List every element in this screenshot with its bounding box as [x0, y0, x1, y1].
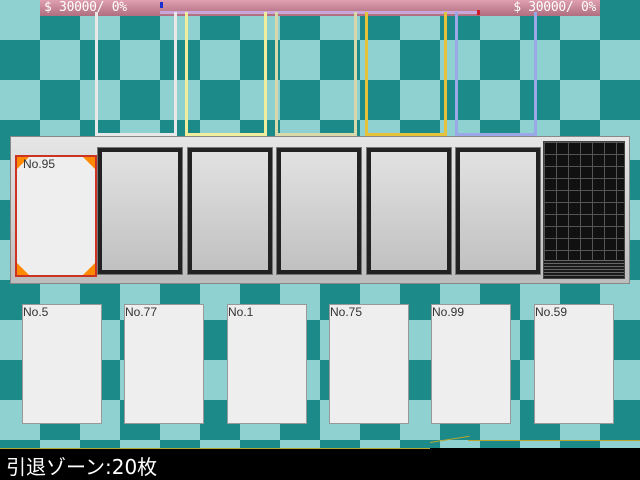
- divider: [468, 440, 640, 441]
- corner-marker: [83, 263, 95, 275]
- opponent-slot-5[interactable]: [455, 12, 537, 136]
- field-slot-5[interactable]: [455, 147, 541, 275]
- opponent-slot-2[interactable]: [185, 12, 267, 136]
- opponent-slot-1[interactable]: [95, 12, 177, 136]
- hand-card-label: No.99: [432, 305, 465, 319]
- hand-card-label: No.1: [228, 305, 254, 319]
- active-card[interactable]: No.95: [15, 155, 97, 277]
- field-slot-1[interactable]: [97, 147, 183, 275]
- field-slot-4[interactable]: [366, 147, 452, 275]
- hand-card[interactable]: No.1: [227, 304, 307, 424]
- hand-card-label: No.5: [23, 305, 49, 319]
- hand-card[interactable]: No.5: [22, 304, 102, 424]
- hand-card[interactable]: No.75: [329, 304, 409, 424]
- hand-card-label: No.77: [125, 305, 158, 319]
- corner-marker: [17, 263, 29, 275]
- deck-pile[interactable]: [543, 141, 625, 279]
- field-slot-3[interactable]: [276, 147, 362, 275]
- hand-card-label: No.59: [535, 305, 568, 319]
- divider: [0, 448, 430, 449]
- hand-card[interactable]: No.77: [124, 304, 204, 424]
- message-bar: 引退ゾーン:20枚: [0, 435, 640, 480]
- hand-card[interactable]: No.99: [431, 304, 511, 424]
- hand-card[interactable]: No.59: [534, 304, 614, 424]
- retire-zone-count: 引退ゾーン:20枚: [6, 455, 158, 479]
- corner-marker: [83, 157, 95, 169]
- field-slot-2[interactable]: [187, 147, 273, 275]
- opponent-slot-4[interactable]: [365, 12, 447, 136]
- hand-card-label: No.75: [330, 305, 363, 319]
- deck-stack-edge: [544, 260, 624, 278]
- player-meter-marker: [160, 2, 163, 8]
- active-card-label: No.95: [23, 157, 56, 171]
- opponent-slot-3[interactable]: [275, 12, 357, 136]
